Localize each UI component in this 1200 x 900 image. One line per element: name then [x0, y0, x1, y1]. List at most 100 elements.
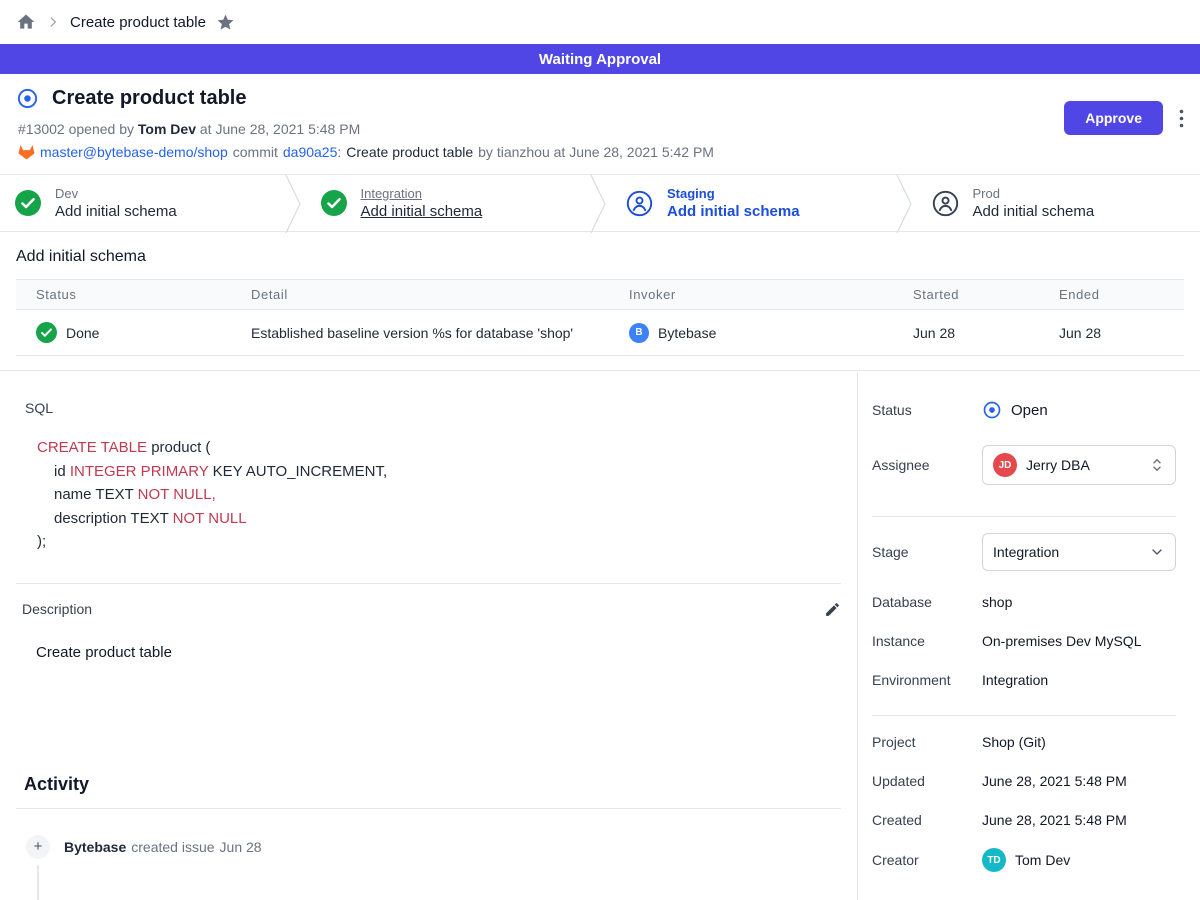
activity-action: created issue	[131, 839, 214, 855]
open-status-icon	[982, 400, 1002, 420]
stage-separator	[284, 175, 306, 233]
stage-env-label: Staging	[667, 185, 800, 202]
assignee-avatar: JD	[993, 453, 1017, 477]
home-icon[interactable]	[16, 12, 36, 32]
stage-env-label: Integration	[361, 185, 483, 202]
breadcrumb-title: Create product table	[70, 14, 206, 31]
pending-approval-icon	[932, 190, 959, 217]
pending-approval-icon	[626, 190, 653, 217]
plus-icon: +	[26, 835, 50, 859]
task-started: Jun 28	[913, 325, 955, 341]
stage-task-link[interactable]: Add initial schema	[55, 202, 177, 221]
stage-prod[interactable]: Prod Add initial schema	[917, 175, 1200, 231]
project-label: Project	[872, 734, 982, 750]
edit-pencil-icon[interactable]	[824, 601, 841, 618]
commit-byline: by tianzhou at June 28, 2021 5:42 PM	[478, 144, 714, 160]
check-circle-icon	[321, 190, 347, 216]
gitlab-icon	[18, 144, 35, 160]
kebab-menu-icon[interactable]	[1179, 109, 1184, 128]
stage-env-label: Dev	[55, 185, 177, 202]
commit-info: master@bytebase-demo/shop commit da90a25…	[18, 144, 1184, 160]
invoker-avatar: B	[629, 323, 649, 343]
content-area: SQL CREATE TABLE product ( id INTEGER PR…	[0, 370, 1200, 900]
database-label: Database	[872, 594, 982, 610]
assignee-select[interactable]: JD Jerry DBA	[982, 445, 1176, 485]
created-value: June 28, 2021 5:48 PM	[982, 812, 1127, 828]
invoker-name: Bytebase	[658, 325, 716, 341]
table-row[interactable]: Done Established baseline version %s for…	[16, 310, 1184, 355]
branch-repo-link[interactable]: master@bytebase-demo/shop	[40, 144, 228, 160]
issue-sidebar: Status Open Assignee JD Jerry DBA	[858, 371, 1200, 900]
breadcrumb: Create product table	[0, 0, 1200, 44]
divider	[16, 583, 841, 584]
bytebase-issue-page: Create product table Waiting Approval Cr…	[0, 0, 1200, 900]
stage-value: Integration	[993, 544, 1140, 560]
divider	[872, 516, 1176, 517]
divider	[872, 715, 1176, 716]
database-value: shop	[982, 594, 1012, 610]
updated-label: Updated	[872, 773, 982, 789]
sql-statement: CREATE TABLE product ( id INTEGER PRIMAR…	[37, 436, 841, 554]
activity-date: Jun 28	[220, 839, 262, 855]
stage-task-link[interactable]: Add initial schema	[361, 202, 483, 221]
task-detail: Established baseline version %s for data…	[251, 325, 573, 341]
description-text: Create product table	[36, 644, 841, 661]
chevron-right-icon	[46, 15, 60, 29]
stage-separator	[895, 175, 917, 233]
activity-actor: Bytebase	[64, 839, 126, 855]
main-column: SQL CREATE TABLE product ( id INTEGER PR…	[0, 371, 858, 900]
task-section-title: Add initial schema	[16, 248, 1184, 266]
created-label: Created	[872, 812, 982, 828]
column-header: Invoker	[609, 287, 893, 302]
stage-label: Stage	[872, 544, 982, 560]
stage-separator	[589, 175, 611, 233]
table-header-row: Status Detail Invoker Started Ended	[16, 280, 1184, 310]
stage-task-link[interactable]: Add initial schema	[973, 202, 1095, 221]
commit-hash-link[interactable]: da90a25	[283, 144, 338, 160]
environment-label: Environment	[872, 672, 982, 688]
stage-integration[interactable]: Integration Add initial schema	[306, 175, 590, 231]
assignee-label: Assignee	[872, 457, 982, 473]
project-value: Shop (Git)	[982, 734, 1046, 750]
column-header: Detail	[231, 287, 609, 302]
creator-badge: TD Tom Dev	[982, 848, 1070, 872]
assignee-value: Jerry DBA	[1026, 457, 1140, 473]
status-badge: Open	[982, 400, 1048, 420]
author-name: Tom Dev	[138, 121, 196, 137]
chevron-down-icon	[1149, 544, 1165, 560]
activity-timeline: + Bytebase created issue Jun 28	[26, 835, 841, 859]
issue-header: Create product table #13002 opened by To…	[0, 74, 1200, 174]
star-icon[interactable]	[216, 13, 235, 32]
stage-task-link[interactable]: Add initial schema	[667, 202, 800, 221]
issue-meta: #13002 opened by Tom Dev at June 28, 202…	[18, 121, 1184, 137]
waiting-approval-banner: Waiting Approval	[0, 44, 1200, 74]
creator-label: Creator	[872, 852, 982, 868]
column-header: Started	[893, 287, 1039, 302]
commit-message: Create product table	[346, 144, 473, 160]
status-label: Status	[872, 402, 982, 418]
divider	[16, 808, 841, 809]
timeline-connector	[37, 865, 39, 900]
column-header: Ended	[1039, 287, 1184, 302]
approve-button[interactable]: Approve	[1064, 101, 1163, 135]
instance-label: Instance	[872, 633, 982, 649]
stage-dev[interactable]: Dev Add initial schema	[0, 175, 284, 231]
sql-section-label: SQL	[25, 400, 841, 416]
updated-value: June 28, 2021 5:48 PM	[982, 773, 1127, 789]
check-circle-icon	[36, 322, 57, 343]
stage-env-label: Prod	[973, 185, 1095, 202]
environment-value: Integration	[982, 672, 1048, 688]
description-label: Description	[22, 601, 92, 617]
task-status: Done	[66, 325, 99, 341]
instance-value: On-premises Dev MySQL	[982, 633, 1141, 649]
open-issue-icon	[16, 87, 39, 110]
task-table: Status Detail Invoker Started Ended Done…	[16, 279, 1184, 356]
column-header: Status	[16, 287, 231, 302]
activity-item: + Bytebase created issue Jun 28	[26, 835, 841, 859]
stage-staging[interactable]: Staging Add initial schema	[611, 175, 895, 231]
stage-select[interactable]: Integration	[982, 533, 1176, 571]
creator-avatar: TD	[982, 848, 1006, 872]
task-section: Add initial schema Status Detail Invoker…	[0, 232, 1200, 356]
updown-chevrons-icon	[1149, 456, 1165, 474]
task-ended: Jun 28	[1059, 325, 1101, 341]
